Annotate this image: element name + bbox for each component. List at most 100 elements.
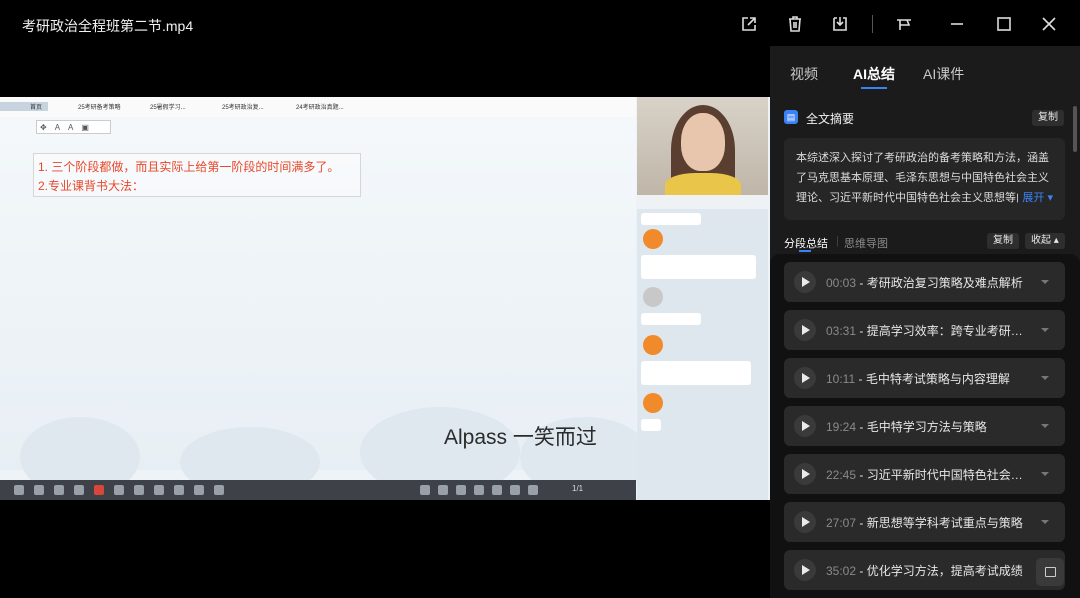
chat-avatar [643, 229, 663, 249]
collapse-button[interactable]: 收起 ▴ [1025, 233, 1065, 249]
expand-button[interactable]: 展开 ▾ [1018, 188, 1053, 208]
chat-panel [637, 195, 768, 500]
segment-item[interactable]: 19:24 - 毛中特学习方法与策略 [784, 406, 1065, 446]
tool-icon [94, 485, 104, 495]
video-player[interactable]: 首页 25考研备考策略 25暑假学习... 25考研政治复... 24考研政治真… [0, 97, 770, 500]
text-toolbar: ✥ A A ▣ [36, 120, 111, 134]
summary-box: 本综述深入探讨了考研政治的备考策略和方法，涵盖了马克思基本原理、毛泽东思想与中国… [784, 138, 1065, 220]
tab-divider: | [836, 235, 839, 247]
segment-title: - 提高学习效率：跨专业考研经验分享 [859, 324, 1031, 338]
subtitle-icon[interactable] [1036, 558, 1064, 586]
pin-icon[interactable] [893, 13, 915, 35]
chat-avatar [643, 335, 663, 355]
close-icon[interactable] [1038, 13, 1060, 35]
segment-item[interactable]: 27:07 - 新思想等学科考试重点与策略 [784, 502, 1065, 542]
tool-icon [474, 485, 484, 495]
chevron-down-icon[interactable] [1041, 520, 1049, 524]
slide-line: 1. 三个阶段都做，而且实际上给第一阶段的时间满多了。 [38, 160, 340, 174]
chat-bubble [641, 255, 756, 279]
titlebar-divider [872, 15, 873, 33]
document-icon: ▤ [784, 110, 798, 124]
tab-segment-summary[interactable]: 分段总结 [784, 235, 828, 251]
tool-icon [420, 485, 430, 495]
tab-video[interactable]: 视频 [790, 64, 818, 84]
play-icon[interactable] [794, 367, 816, 389]
play-icon[interactable] [794, 511, 816, 533]
delete-icon[interactable] [784, 13, 806, 35]
slide-line: 2.专业课背书大法： [38, 179, 145, 193]
slide-tab: 25考研备考策略 [78, 105, 121, 111]
slide-canvas: ✥ A A ▣ 1. 三个阶段都做，而且实际上给第一阶段的时间满多了。 2.专业课背书… [0, 117, 650, 497]
play-icon[interactable] [794, 559, 816, 581]
segment-title: - 考研政治复习策略及难点解析 [859, 276, 1023, 290]
chat-bubble [641, 313, 701, 325]
segment-time: 00:03 [826, 276, 857, 290]
slide-tab: 25考研政治复... [222, 105, 264, 111]
tab-ai-summary[interactable]: AI总结 [853, 64, 895, 84]
slide-tab: 25暑假学习... [150, 105, 186, 111]
copy-segments-button[interactable]: 复制 [987, 233, 1019, 249]
play-icon[interactable] [794, 463, 816, 485]
segment-time: 35:02 [826, 564, 857, 578]
webcam-feed [637, 97, 768, 195]
play-icon[interactable] [794, 319, 816, 341]
tab-ai-courseware[interactable]: AI课件 [923, 64, 964, 84]
segment-header: 分段总结 | 思维导图 复制 收起 ▴ [784, 232, 1065, 252]
play-icon[interactable] [794, 415, 816, 437]
segment-list: 00:03 - 考研政治复习策略及难点解析 03:31 - 提高学习效率：跨专业… [770, 254, 1080, 598]
tool-icon [174, 485, 184, 495]
tool-icon [74, 485, 84, 495]
tool-icon [456, 485, 466, 495]
tool-icon [54, 485, 64, 495]
presenter-shirt [665, 173, 741, 195]
segment-time: 10:11 [826, 372, 856, 386]
tool-icon [14, 485, 24, 495]
panel-scrollbar[interactable] [1073, 106, 1077, 152]
tab-mind-map[interactable]: 思维导图 [844, 235, 888, 251]
segment-item[interactable]: 00:03 - 考研政治复习策略及难点解析 [784, 262, 1065, 302]
segment-time: 03:31 [826, 324, 857, 338]
chevron-down-icon[interactable] [1041, 472, 1049, 476]
watermark: Alpass 一笑而过 [444, 426, 597, 449]
window-title: 考研政治全程班第二节.mp4 [22, 18, 194, 34]
maximize-icon[interactable] [993, 13, 1015, 35]
ai-panel: 视频 AI总结 AI课件 ▤ 全文摘要 复制 本综述深入探讨了考研政治的备考策略… [770, 46, 1080, 598]
chat-bubble [641, 213, 701, 225]
segment-time: 22:45 [826, 468, 857, 482]
chevron-down-icon[interactable] [1041, 280, 1049, 284]
open-external-icon[interactable] [738, 13, 760, 35]
tool-icon [194, 485, 204, 495]
tool-icon [114, 485, 124, 495]
segment-item[interactable]: 22:45 - 习近平新时代中国特色社会主义思想 [784, 454, 1065, 494]
segment-time: 27:07 [826, 516, 857, 530]
tool-icon [510, 485, 520, 495]
chat-bubble [641, 419, 661, 431]
slide-tab: 24考研政治真题... [296, 105, 344, 111]
segment-item[interactable]: 35:02 - 优化学习方法，提高考试成绩 [784, 550, 1065, 590]
active-tab-indicator [861, 87, 887, 89]
segment-item[interactable]: 03:31 - 提高学习效率：跨专业考研经验分享 [784, 310, 1065, 350]
segment-title: - 新思想等学科考试重点与策略 [859, 516, 1023, 530]
copy-summary-button[interactable]: 复制 [1032, 110, 1064, 126]
summary-title: 全文摘要 [806, 112, 855, 126]
download-icon[interactable] [829, 13, 851, 35]
tool-icon [492, 485, 502, 495]
chevron-down-icon[interactable] [1041, 424, 1049, 428]
play-icon[interactable] [794, 271, 816, 293]
segment-title: - 习近平新时代中国特色社会主义思想 [859, 468, 1031, 482]
tool-icon [214, 485, 224, 495]
tool-icon [34, 485, 44, 495]
tool-icon [438, 485, 448, 495]
tool-icon [528, 485, 538, 495]
segment-item[interactable]: 10:11 - 毛中特考试策略与内容理解 [784, 358, 1065, 398]
summary-header: ▤ 全文摘要 复制 [784, 108, 1064, 128]
chat-avatar [643, 287, 663, 307]
minimize-icon[interactable] [946, 13, 968, 35]
chat-bubble [641, 361, 751, 385]
slide-textbox: 1. 三个阶段都做，而且实际上给第一阶段的时间满多了。 2.专业课背书大法： [33, 153, 361, 197]
chevron-down-icon[interactable] [1041, 328, 1049, 332]
tool-icon [134, 485, 144, 495]
page-indicator: 1/1 [572, 484, 584, 493]
slide-tab: 首页 [0, 102, 49, 111]
chevron-down-icon[interactable] [1041, 376, 1049, 380]
